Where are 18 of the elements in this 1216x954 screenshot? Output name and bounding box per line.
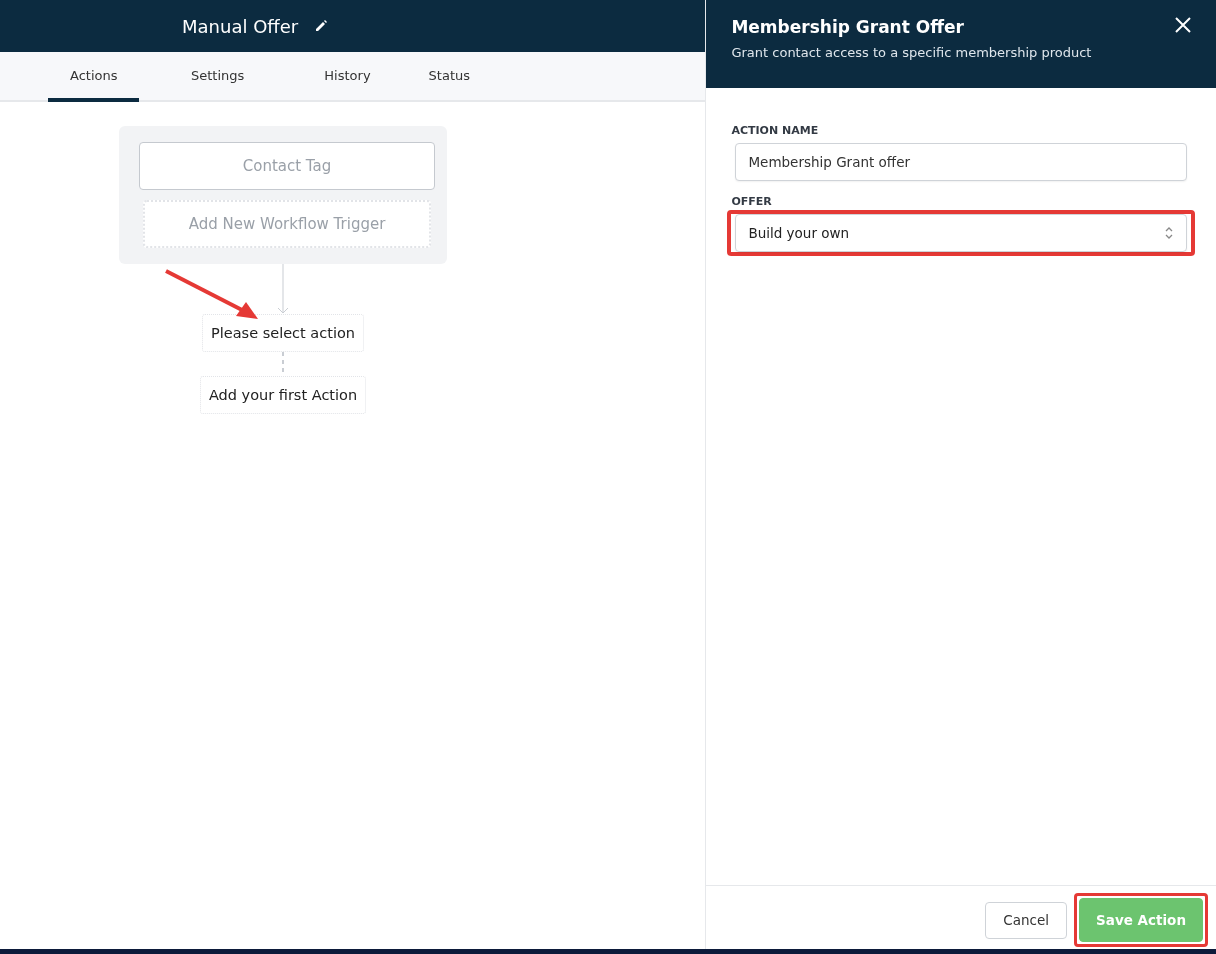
workflow-title: Manual Offer [182,15,299,37]
connector-arrow [277,264,289,314]
cancel-button[interactable]: Cancel [985,901,1068,939]
chevron-updown-icon [1164,225,1174,241]
edit-icon[interactable] [314,19,329,33]
drawer-title: Membership Grant Offer [731,17,965,37]
action-node[interactable]: Please select action [202,314,364,352]
close-icon[interactable] [1175,17,1191,33]
tab[interactable]: Actions [48,52,139,102]
field-label: ACTION NAME [730,124,820,137]
tab[interactable]: Status [406,52,492,102]
field-label: OFFER [730,195,773,208]
tab[interactable]: Settings [139,52,289,102]
drawer-subtitle: Grant contact access to a specific membership product [731,45,1092,60]
action-name-field[interactable]: Membership Grant offer [735,143,1187,181]
action-node[interactable]: Add your first Action [199,376,367,414]
offer-select[interactable]: Build your own [735,214,1187,252]
tab[interactable]: History [288,52,407,102]
